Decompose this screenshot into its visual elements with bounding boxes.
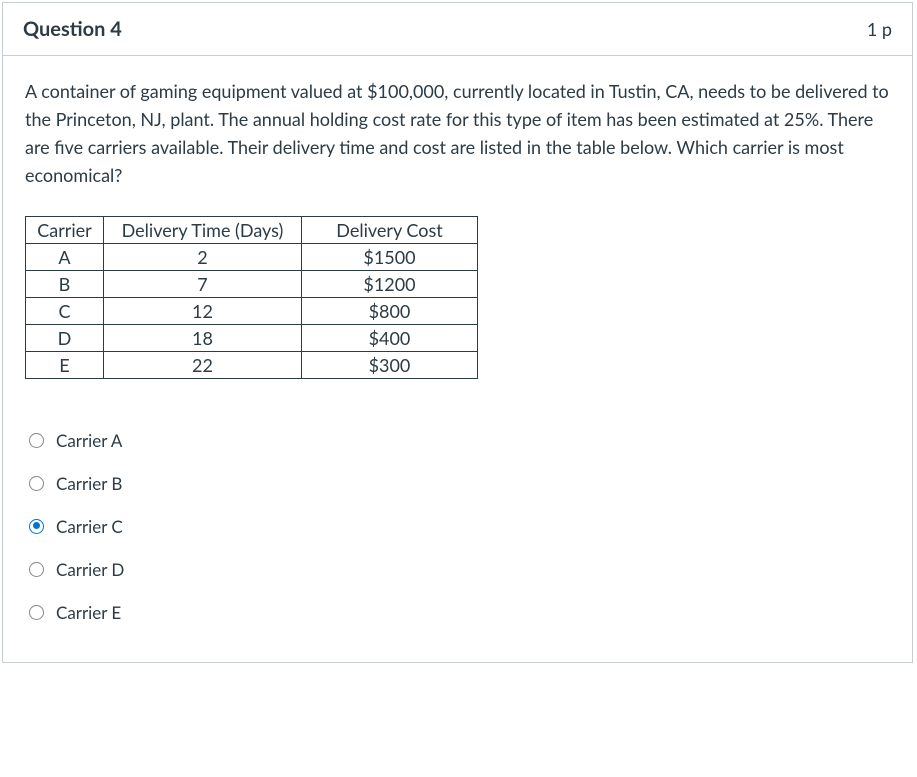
table-header-row: Carrier Delivery Time (Days) Delivery Co… [26, 216, 478, 243]
table-cell: B [26, 270, 104, 297]
table-cell: $800 [302, 297, 478, 324]
question-prompt: A container of gaming equipment valued a… [25, 78, 892, 190]
table-cell: 22 [104, 351, 302, 378]
answer-option-b[interactable]: Carrier B [25, 462, 892, 505]
table-cell: 7 [104, 270, 302, 297]
table-cell: E [26, 351, 104, 378]
radio-icon [29, 433, 44, 448]
answer-options: Carrier A Carrier B Carrier C Carrier D … [25, 419, 892, 634]
answer-option-label: Carrier E [56, 602, 121, 623]
table-cell: $1200 [302, 270, 478, 297]
answer-option-label: Carrier D [56, 559, 124, 580]
answer-option-label: Carrier A [56, 430, 122, 451]
carrier-table: Carrier Delivery Time (Days) Delivery Co… [25, 216, 478, 379]
answer-option-c[interactable]: Carrier C [25, 505, 892, 548]
table-cell: $300 [302, 351, 478, 378]
radio-icon [29, 519, 44, 534]
table-header: Delivery Cost [302, 216, 478, 243]
radio-icon [29, 562, 44, 577]
answer-option-label: Carrier B [56, 473, 122, 494]
table-cell: 2 [104, 243, 302, 270]
table-row: C 12 $800 [26, 297, 478, 324]
table-cell: 18 [104, 324, 302, 351]
table-cell: D [26, 324, 104, 351]
answer-option-label: Carrier C [56, 516, 123, 537]
table-cell: C [26, 297, 104, 324]
answer-option-d[interactable]: Carrier D [25, 548, 892, 591]
table-row: E 22 $300 [26, 351, 478, 378]
table-cell: 12 [104, 297, 302, 324]
table-row: A 2 $1500 [26, 243, 478, 270]
question-card: Question 4 1 p A container of gaming equ… [2, 2, 913, 663]
radio-icon [29, 605, 44, 620]
answer-option-a[interactable]: Carrier A [25, 419, 892, 462]
question-body: A container of gaming equipment valued a… [3, 56, 912, 662]
question-title: Question 4 [23, 17, 122, 41]
question-points: 1 p [867, 18, 892, 40]
question-header: Question 4 1 p [3, 3, 912, 56]
answer-option-e[interactable]: Carrier E [25, 591, 892, 634]
table-cell: $400 [302, 324, 478, 351]
table-header: Delivery Time (Days) [104, 216, 302, 243]
table-cell: $1500 [302, 243, 478, 270]
table-row: D 18 $400 [26, 324, 478, 351]
table-row: B 7 $1200 [26, 270, 478, 297]
radio-icon [29, 476, 44, 491]
table-header: Carrier [26, 216, 104, 243]
table-cell: A [26, 243, 104, 270]
